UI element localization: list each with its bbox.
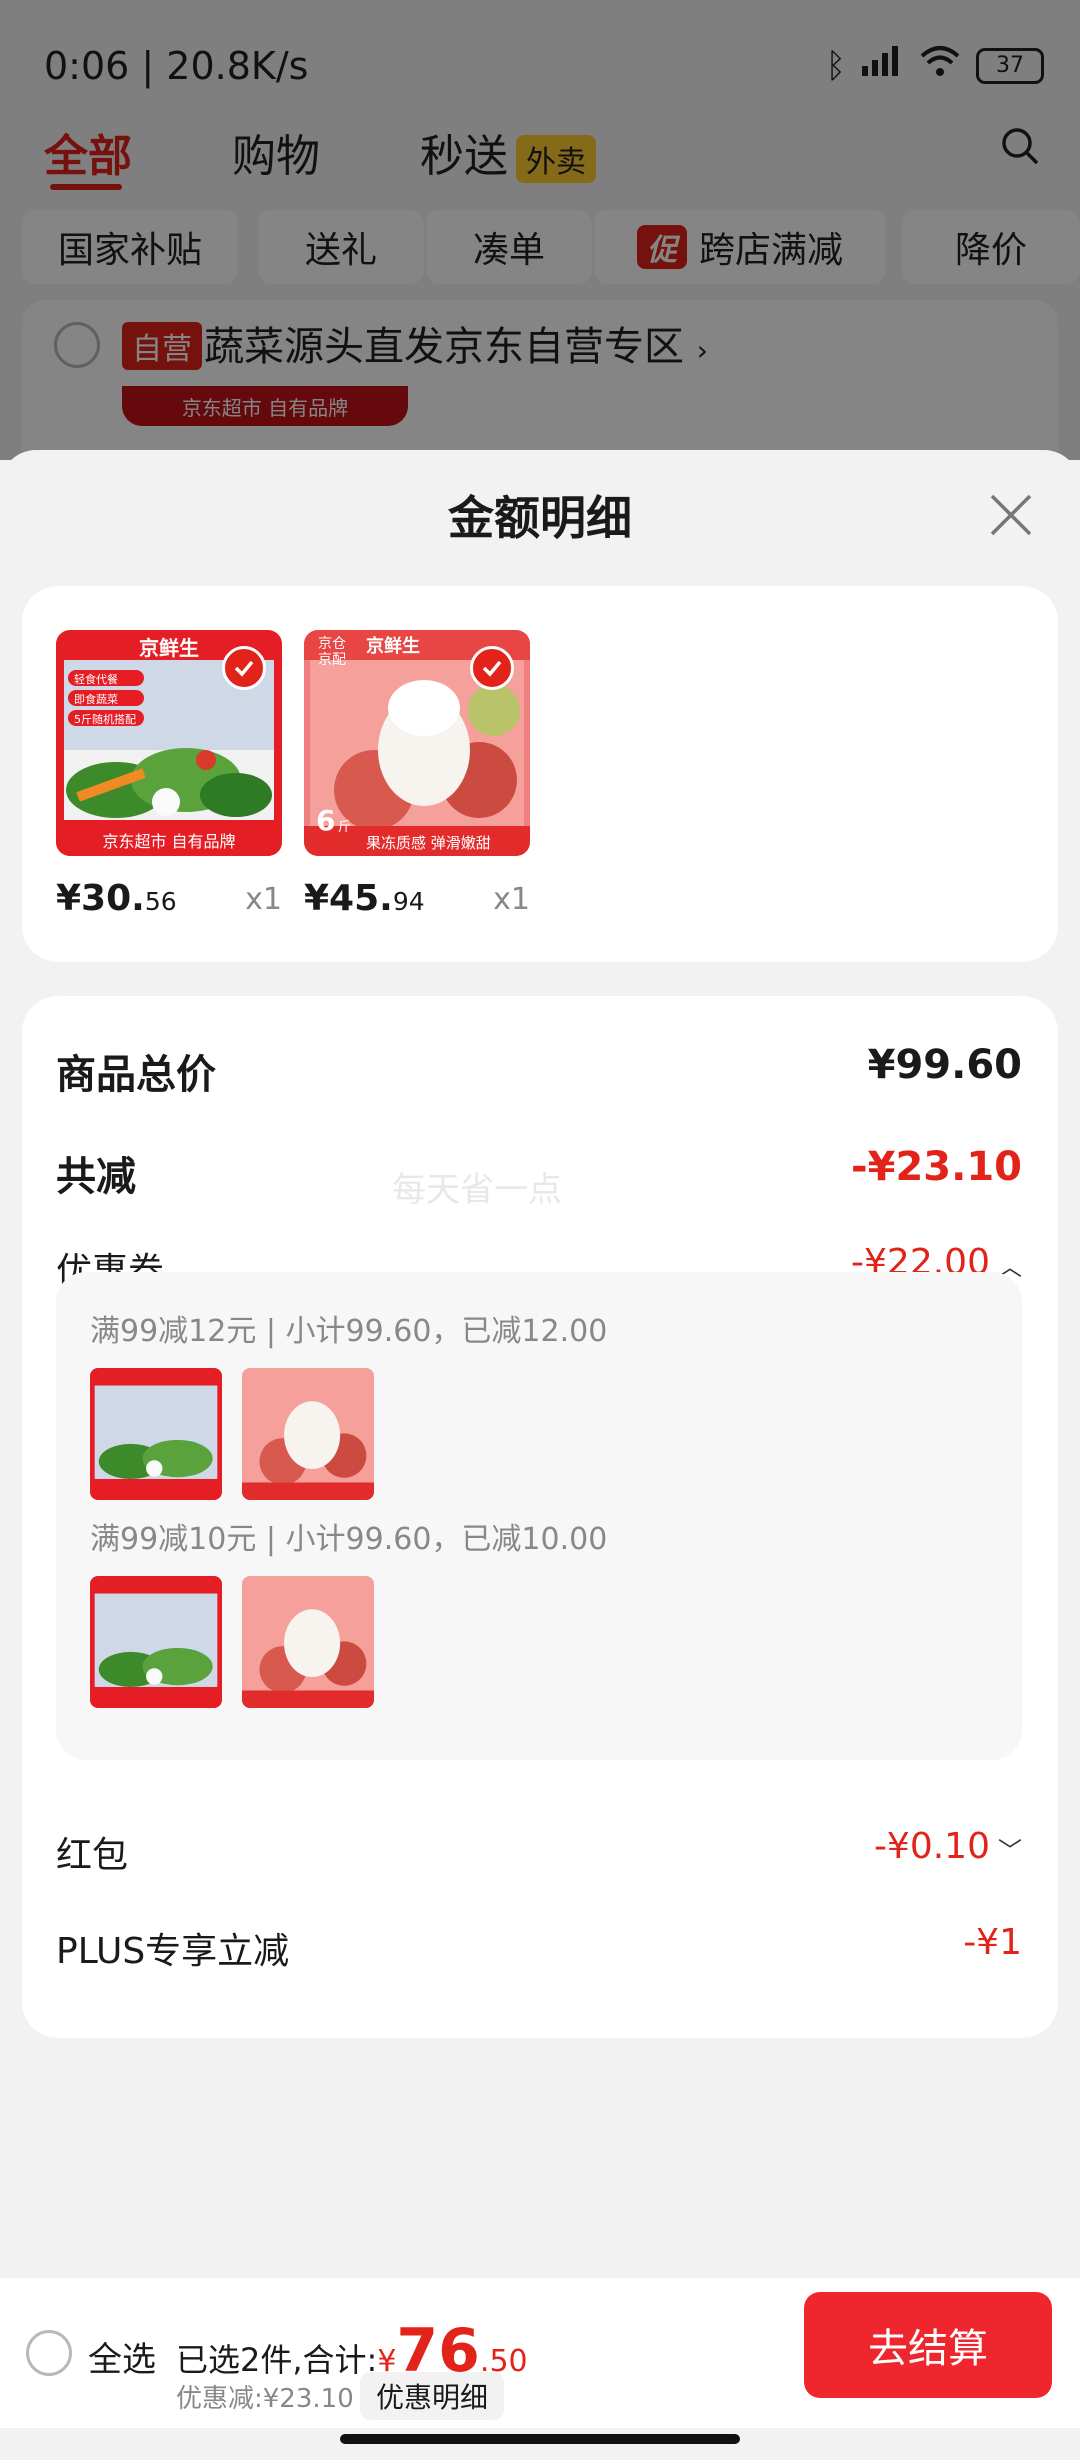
price-int: ¥30. (56, 878, 145, 919)
total-reduction-value: -¥23.10 (851, 1144, 1022, 1190)
total-reduction-row: 共减 -¥23.10 (56, 1144, 1022, 1204)
product-corner-label: 京仓 京配 (318, 636, 346, 668)
checkmark-icon (222, 646, 266, 690)
discount-detail-button[interactable]: 优惠明细 (360, 2372, 505, 2420)
red-packet-row[interactable]: 红包 -¥0.10 ﹀ (56, 1826, 1022, 1886)
price-detail-card: 商品总价 ¥99.60 每天省一点 共减 -¥23.10 优惠券 -¥22.00… (22, 996, 1058, 2038)
selected-count-text: 已选2件,合计: (176, 2341, 378, 2379)
product-quantity: x1 (493, 882, 530, 917)
coupon-product-thumb (242, 1576, 374, 1708)
select-all-label[interactable]: 全选 (88, 2332, 156, 2381)
plus-discount-value: -¥1 (963, 1922, 1022, 1963)
dim-overlay[interactable] (0, 0, 1080, 460)
background-page: 0:06 | 20.8K/s ᛒ 37 全部 购物 秒送 外卖 国家补贴 送礼 凑… (0, 0, 1080, 500)
product-price: ¥30.56 (56, 878, 177, 919)
sheet-title: 金额明细 (448, 491, 632, 545)
red-packet-label: 红包 (56, 1835, 129, 1876)
product-bullet: 即食蔬菜 (74, 693, 118, 706)
price-dec: 56 (144, 887, 177, 916)
total-price-label: 商品总价 (56, 1052, 216, 1098)
checkmark-icon (470, 646, 514, 690)
close-icon[interactable] (988, 492, 1034, 538)
coupon-rule: 满99减12元 | 小计99.60，已减12.00 (90, 1314, 608, 1349)
product-bullet: 轻食代餐 (74, 673, 118, 686)
product-footer: 京东超市 自有品牌 (102, 832, 236, 851)
products-card: 京鲜生 轻食代餐 即食蔬菜 5斤随机搭配 京东超市 自有品牌 ¥30.56 x1 (22, 586, 1058, 962)
plus-discount-row: PLUS专享立减 -¥1 (56, 1922, 1022, 1982)
red-packet-value-wrap: -¥0.10 ﹀ (874, 1826, 1022, 1867)
product-item[interactable]: 京鲜生 京仓 京配 6 斤 果冻质感 弹滑嫩甜 ¥45.94 x1 (304, 630, 530, 919)
product-weight-unit: 斤 (338, 820, 352, 835)
total-price-value: ¥99.60 (867, 1042, 1022, 1088)
product-footer: 果冻质感 弹滑嫩甜 (366, 834, 491, 852)
checkout-bar: 全选 已选2件,合计:¥76.50 优惠减:¥23.10 优惠明细 去结算 (0, 2278, 1080, 2428)
product-item[interactable]: 京鲜生 轻食代餐 即食蔬菜 5斤随机搭配 京东超市 自有品牌 ¥30.56 x1 (56, 630, 282, 919)
home-indicator[interactable] (340, 2434, 740, 2444)
product-quantity: x1 (245, 882, 282, 917)
total-price-row: 商品总价 ¥99.60 (56, 1042, 1022, 1102)
price-int: ¥45. (304, 878, 393, 919)
total-reduction-label: 共减 (56, 1154, 136, 1200)
select-all-radio[interactable] (26, 2330, 72, 2376)
price-dec: 94 (392, 887, 425, 916)
checkout-button[interactable]: 去结算 (804, 2292, 1052, 2398)
plus-discount-label: PLUS专享立减 (56, 1931, 290, 1972)
product-image-vegetables: 京鲜生 轻食代餐 即食蔬菜 5斤随机搭配 京东超市 自有品牌 (56, 630, 282, 856)
product-brand: 京鲜生 (366, 636, 420, 657)
coupon-product-thumb (242, 1368, 374, 1500)
coupon-rule: 满99减10元 | 小计99.60，已减10.00 (90, 1522, 608, 1557)
product-image-lychee: 京鲜生 京仓 京配 6 斤 果冻质感 弹滑嫩甜 (304, 630, 530, 856)
coupon-product-thumb (90, 1368, 222, 1500)
product-price: ¥45.94 (304, 878, 425, 919)
red-packet-value: -¥0.10 (873, 1826, 990, 1867)
product-bullet: 5斤随机搭配 (74, 713, 136, 726)
coupon-product-thumb (90, 1576, 222, 1708)
chevron-down-icon: ﹀ (998, 1836, 1022, 1865)
saved-amount: 优惠减:¥23.10 (176, 2384, 354, 2414)
coupon-detail-box: 满99减12元 | 小计99.60，已减12.00 满99减10元 | 小计99… (56, 1272, 1022, 1760)
amount-detail-sheet: 金额明细 京鲜生 轻食代餐 即食蔬菜 5斤随机搭配 京东超市 自有品牌 ¥30.… (0, 450, 1080, 2460)
product-weight: 6 (316, 804, 336, 837)
